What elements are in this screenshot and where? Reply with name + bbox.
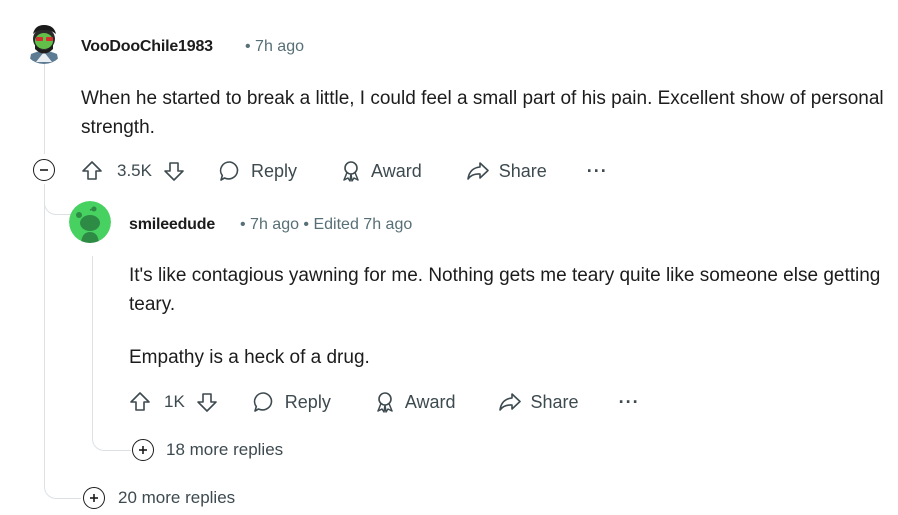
- plus-icon: [139, 446, 147, 454]
- thread-line-main: [44, 64, 45, 154]
- reply-time: 7h ago: [250, 216, 299, 233]
- share-button[interactable]: Share: [466, 159, 547, 183]
- reply-reply-button[interactable]: Reply: [252, 390, 331, 414]
- collapse-thread-button[interactable]: [33, 159, 55, 181]
- reply-downvote-button[interactable]: [195, 390, 219, 414]
- reply-thread-connector: [92, 256, 131, 451]
- reply-avatar[interactable]: [69, 201, 111, 243]
- downvote-button[interactable]: [162, 159, 186, 183]
- share-icon: [466, 162, 489, 180]
- reply-award-label: Award: [404, 391, 456, 412]
- award-icon: [377, 392, 393, 413]
- upvote-button[interactable]: [80, 159, 104, 183]
- minus-icon: [40, 169, 48, 171]
- share-label: Share: [498, 160, 547, 181]
- share-icon: [498, 393, 521, 411]
- reply-body-paragraph-1: It's like contagious yawning for me. Not…: [129, 265, 881, 315]
- award-label: Award: [371, 160, 422, 181]
- thread-more-replies-link[interactable]: 20 more replies: [118, 488, 235, 508]
- comment-username[interactable]: VooDooChile1983: [81, 38, 213, 56]
- reply-label: Reply: [250, 160, 298, 181]
- comment-action-bar: 3.5K Reply Award Share ···: [80, 156, 608, 186]
- snoo-avatar-icon: [69, 201, 111, 243]
- more-options-button[interactable]: ···: [587, 161, 608, 182]
- expand-replies-button[interactable]: [132, 439, 154, 461]
- reply-button[interactable]: Reply: [218, 159, 297, 183]
- expand-thread-replies-button[interactable]: [83, 487, 105, 509]
- comment-body: When he started to break a little, I cou…: [81, 88, 884, 138]
- downvote-icon: [196, 393, 217, 412]
- award-icon: [343, 161, 359, 182]
- reply-share-label: Share: [530, 391, 579, 412]
- reply-meta: • 7h ago • Edited 7h ago: [240, 216, 413, 233]
- downvote-icon: [164, 162, 184, 181]
- upvote-icon: [130, 392, 150, 411]
- comment-bubble-icon: [253, 392, 273, 412]
- comment-time: 7h ago: [255, 38, 304, 55]
- reply-username[interactable]: smileedude: [129, 216, 215, 234]
- reply-body-paragraph-2: Empathy is a heck of a drug.: [129, 347, 370, 368]
- more-replies-link[interactable]: 18 more replies: [166, 440, 283, 460]
- reply-reply-label: Reply: [284, 391, 331, 412]
- reply-action-bar: 1K Reply Award Share ···: [128, 387, 640, 417]
- reply-upvote-button[interactable]: [128, 390, 152, 414]
- reply-edited: Edited 7h ago: [313, 216, 413, 233]
- comment-timestamp: • 7h ago: [245, 38, 304, 55]
- plus-icon: [90, 494, 98, 502]
- upvote-icon: [82, 161, 102, 180]
- reply-vote-count: 1K: [164, 392, 185, 411]
- reply-award-button[interactable]: Award: [373, 390, 456, 414]
- avatar[interactable]: [23, 22, 65, 64]
- comment-bubble-icon: [219, 161, 239, 181]
- user-avatar-icon: [23, 22, 65, 64]
- reply-share-button[interactable]: Share: [498, 390, 579, 414]
- award-button[interactable]: Award: [339, 159, 422, 183]
- reply-more-options-button[interactable]: ···: [619, 392, 640, 413]
- vote-count: 3.5K: [117, 161, 152, 180]
